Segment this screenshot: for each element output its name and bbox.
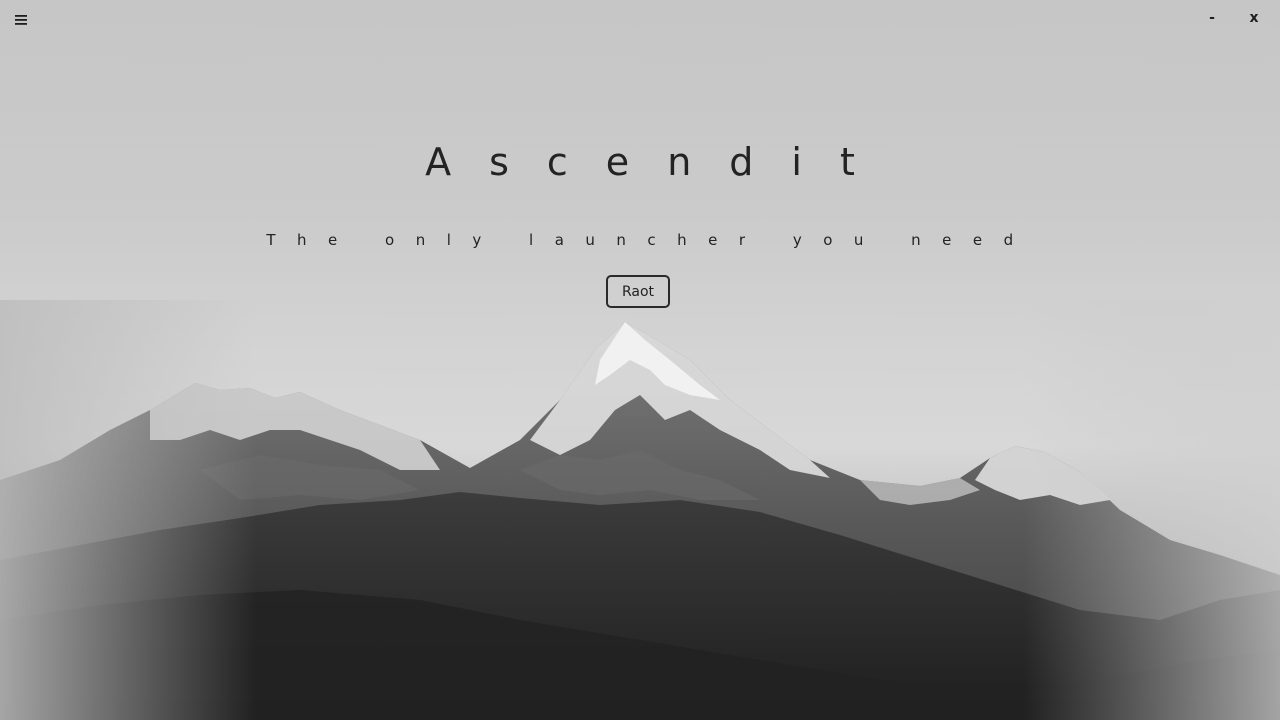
menu-button[interactable] (9, 8, 33, 32)
app-tagline: The only launcher you need (266, 231, 1035, 249)
mountain-background (0, 300, 1280, 720)
minimize-button[interactable]: - (1200, 6, 1224, 30)
hamburger-menu-icon (15, 15, 27, 25)
app-window: - x Ascendit The only launcher you need … (0, 0, 1280, 720)
minimize-icon: - (1209, 10, 1215, 26)
close-button[interactable]: x (1242, 6, 1266, 30)
close-icon: x (1249, 10, 1259, 26)
launch-button[interactable]: Raot (606, 275, 670, 308)
app-title: Ascendit (425, 140, 893, 184)
